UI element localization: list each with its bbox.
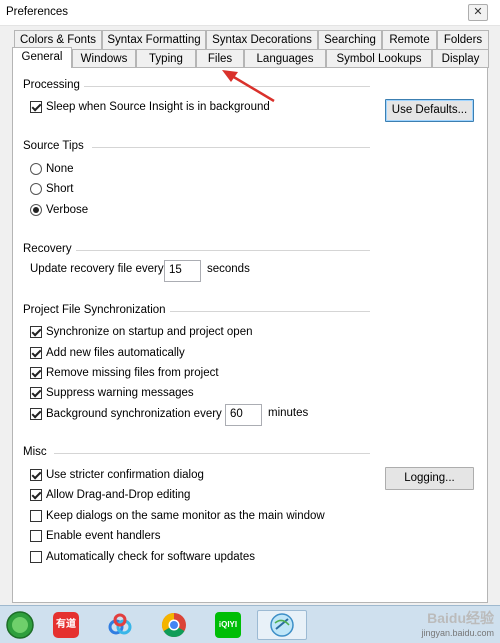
sync-divider <box>170 311 370 312</box>
source-tips-divider <box>92 147 370 148</box>
processing-divider <box>84 86 370 87</box>
tab-files[interactable]: Files <box>196 49 244 68</box>
suppress-warnings-checkbox[interactable] <box>30 387 42 399</box>
recovery-interval-input[interactable]: 15 <box>164 260 201 282</box>
suppress-warnings-label: Suppress warning messages <box>46 387 194 399</box>
recovery-divider <box>76 250 370 251</box>
stricter-confirmation-checkbox[interactable] <box>30 469 42 481</box>
sync-startup-checkbox[interactable] <box>30 326 42 338</box>
background-sync-interval-input[interactable]: 60 <box>225 404 262 426</box>
tab-display[interactable]: Display <box>432 49 489 68</box>
verbose-radio[interactable] <box>30 204 42 216</box>
tab-windows[interactable]: Windows <box>72 49 136 68</box>
tab-languages[interactable]: Languages <box>244 49 326 68</box>
remove-missing-files-option[interactable]: Remove missing files from project <box>30 365 219 381</box>
event-handlers-checkbox[interactable] <box>30 530 42 542</box>
sync-startup-option[interactable]: Synchronize on startup and project open <box>30 324 253 340</box>
drag-and-drop-checkbox[interactable] <box>30 489 42 501</box>
chrome-icon[interactable] <box>152 610 196 640</box>
youdao-icon-text: 有道 <box>56 619 76 630</box>
drag-and-drop-option[interactable]: Allow Drag-and-Drop editing <box>30 487 190 503</box>
watermark-url: jingyan.baidu.com <box>421 628 494 638</box>
iqiyi-icon[interactable]: iQIYI <box>206 610 250 640</box>
close-icon: ✕ <box>473 6 483 18</box>
tab-syntax-decorations[interactable]: Syntax Decorations <box>206 30 318 49</box>
recovery-unit-label: seconds <box>207 263 250 275</box>
none-label: None <box>46 163 74 175</box>
window-title: Preferences <box>6 6 69 18</box>
short-label: Short <box>46 183 74 195</box>
verbose-label: Verbose <box>46 204 89 216</box>
tab-searching[interactable]: Searching <box>318 30 382 49</box>
iqiyi-icon-text: iQIYI <box>218 620 238 629</box>
background-sync-option[interactable]: Background synchronization every <box>30 406 222 422</box>
add-new-files-checkbox[interactable] <box>30 347 42 359</box>
drag-and-drop-label: Allow Drag-and-Drop editing <box>46 489 191 501</box>
sleep-checkbox[interactable] <box>30 101 42 113</box>
source-tips-group-label: Source Tips <box>23 140 84 152</box>
suppress-warnings-option[interactable]: Suppress warning messages <box>30 385 194 401</box>
title-bar: Preferences ✕ <box>0 0 500 26</box>
background-sync-checkbox[interactable] <box>30 408 42 420</box>
recovery-group-label: Recovery <box>23 243 72 255</box>
baidu-netdisk-icon[interactable] <box>98 610 142 640</box>
tab-folders[interactable]: Folders <box>437 30 489 49</box>
tab-syntax-formatting[interactable]: Syntax Formatting <box>102 30 206 49</box>
background-sync-unit-label: minutes <box>268 407 309 419</box>
short-radio[interactable] <box>30 183 42 195</box>
dialogs-same-monitor-option[interactable]: Keep dialogs on the same monitor as the … <box>30 508 325 524</box>
sleep-in-background-option[interactable]: Sleep when Source Insight is in backgrou… <box>30 99 270 115</box>
taskbar: 有道 iQIYI Baidu经验 jingyan.baidu.com <box>0 605 500 643</box>
watermark-logo-text: Baidu经验 <box>427 610 494 626</box>
source-insight-icon[interactable] <box>257 610 307 640</box>
stricter-confirmation-option[interactable]: Use stricter confirmation dialog <box>30 467 204 483</box>
add-new-files-option[interactable]: Add new files automatically <box>30 345 185 361</box>
tab-typing[interactable]: Typing <box>136 49 196 68</box>
check-updates-label: Automatically check for software updates <box>46 551 256 563</box>
logging-button[interactable]: Logging... <box>385 467 474 490</box>
event-handlers-option[interactable]: Enable event handlers <box>30 528 160 544</box>
background-sync-label: Background synchronization every <box>46 408 222 420</box>
sync-startup-label: Synchronize on startup and project open <box>46 326 253 338</box>
youdao-icon[interactable]: 有道 <box>44 610 88 640</box>
add-new-files-label: Add new files automatically <box>46 347 185 359</box>
tab-symbol-lookups[interactable]: Symbol Lookups <box>326 49 432 68</box>
tab-remote[interactable]: Remote <box>382 30 437 49</box>
start-orb-icon[interactable] <box>0 610 40 640</box>
tab-general[interactable]: General <box>12 47 72 68</box>
recovery-label: Update recovery file every <box>30 263 164 275</box>
none-radio[interactable] <box>30 163 42 175</box>
event-handlers-label: Enable event handlers <box>46 530 161 542</box>
remove-missing-files-label: Remove missing files from project <box>46 367 219 379</box>
use-defaults-button[interactable]: Use Defaults... <box>385 99 474 122</box>
check-updates-option[interactable]: Automatically check for software updates <box>30 549 255 565</box>
processing-group-label: Processing <box>23 79 80 91</box>
misc-divider <box>54 453 370 454</box>
source-tips-short-option[interactable]: Short <box>30 181 74 197</box>
source-tips-verbose-option[interactable]: Verbose <box>30 202 88 218</box>
source-tips-none-option[interactable]: None <box>30 161 74 177</box>
check-updates-checkbox[interactable] <box>30 551 42 563</box>
sync-group-label: Project File Synchronization <box>23 304 166 316</box>
remove-missing-files-checkbox[interactable] <box>30 367 42 379</box>
baidu-watermark: Baidu经验 jingyan.baidu.com <box>421 608 494 638</box>
dialogs-same-monitor-checkbox[interactable] <box>30 510 42 522</box>
sleep-label: Sleep when Source Insight is in backgrou… <box>46 101 270 113</box>
dialogs-same-monitor-label: Keep dialogs on the same monitor as the … <box>46 510 325 522</box>
misc-group-label: Misc <box>23 446 47 458</box>
stricter-confirmation-label: Use stricter confirmation dialog <box>46 469 204 481</box>
close-button[interactable]: ✕ <box>468 4 488 21</box>
